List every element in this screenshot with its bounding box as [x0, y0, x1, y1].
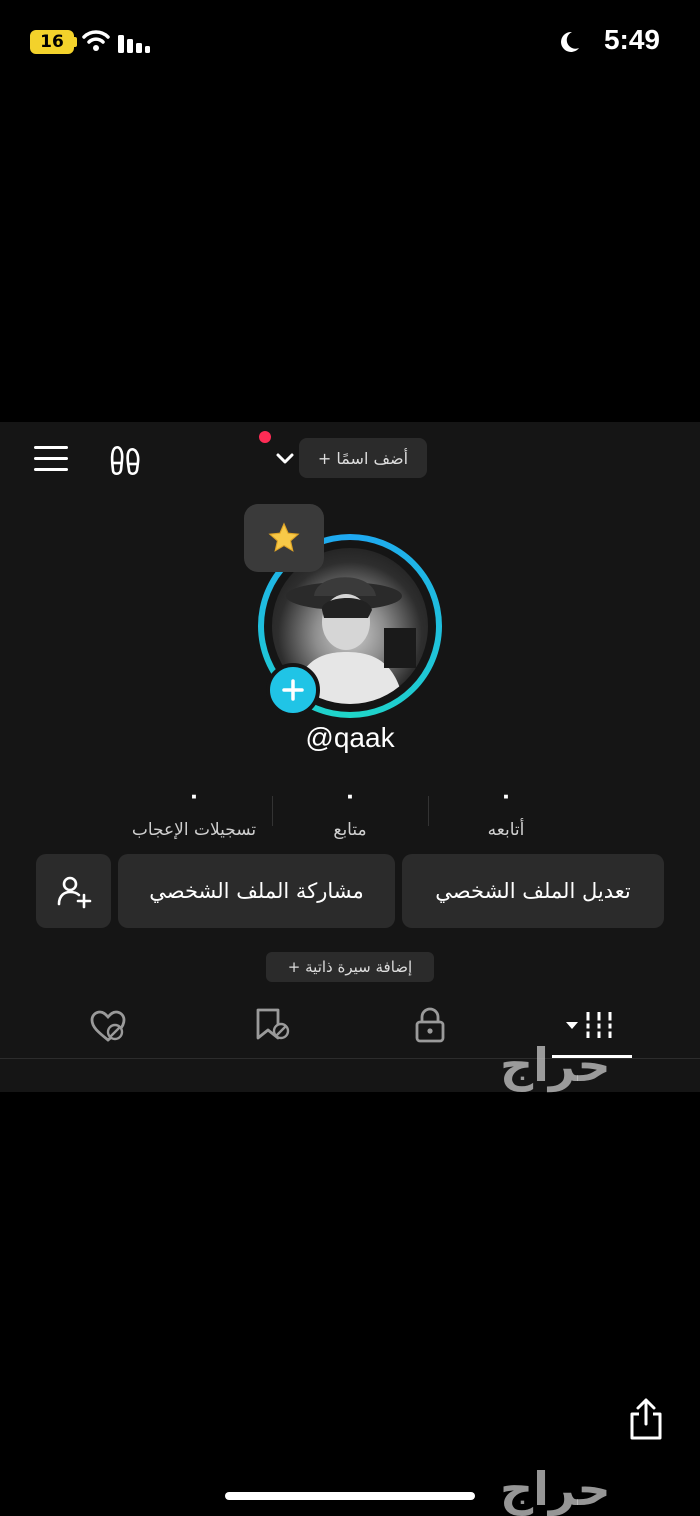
star-icon — [268, 522, 300, 552]
chevron-down-icon[interactable] — [274, 448, 296, 470]
wifi-icon — [82, 30, 110, 51]
following-count: ٠ — [499, 784, 513, 809]
menu-icon[interactable] — [34, 446, 68, 474]
add-name-button[interactable]: + أضف اسمًا — [299, 438, 427, 478]
share-icon[interactable] — [626, 1396, 666, 1442]
clock: 5:49 — [603, 24, 660, 55]
username-handle: @qaak — [305, 722, 395, 753]
footprints-icon[interactable] — [108, 442, 144, 478]
likes-count: ٠ — [187, 784, 201, 809]
signal-icon — [118, 35, 150, 53]
status-bar: 16 5:49 — [0, 0, 700, 84]
videos-grid-icon[interactable] — [564, 1008, 618, 1042]
add-story-button[interactable] — [266, 663, 320, 717]
followers-count: ٠ — [343, 784, 357, 809]
likes-label[interactable]: تسجيلات الإعجاب — [104, 820, 284, 840]
story-badge[interactable] — [244, 504, 324, 572]
following-label[interactable]: أتابعه — [416, 820, 596, 840]
followers-label[interactable]: متابع — [260, 820, 440, 840]
lock-icon[interactable] — [413, 1006, 447, 1044]
hidden-bookmark-icon[interactable] — [252, 1006, 292, 1044]
home-indicator[interactable] — [225, 1492, 475, 1500]
add-user-icon — [57, 876, 91, 909]
battery-tip — [74, 37, 77, 47]
share-profile-button[interactable]: مشاركة الملف الشخصي — [118, 854, 395, 928]
profile-panel — [0, 422, 700, 1092]
watermark: حراج — [500, 1462, 613, 1516]
plus-icon — [282, 679, 304, 701]
notification-dot — [259, 431, 271, 443]
add-friend-button[interactable] — [36, 854, 111, 928]
add-bio-button[interactable]: + إضافة سيرة ذاتية — [266, 952, 434, 982]
hidden-heart-icon[interactable] — [88, 1008, 128, 1044]
watermark: حراج — [500, 1038, 613, 1092]
edit-profile-button[interactable]: تعديل الملف الشخصي — [402, 854, 664, 928]
battery-indicator: 16 — [30, 30, 74, 54]
moon-icon — [561, 31, 579, 52]
